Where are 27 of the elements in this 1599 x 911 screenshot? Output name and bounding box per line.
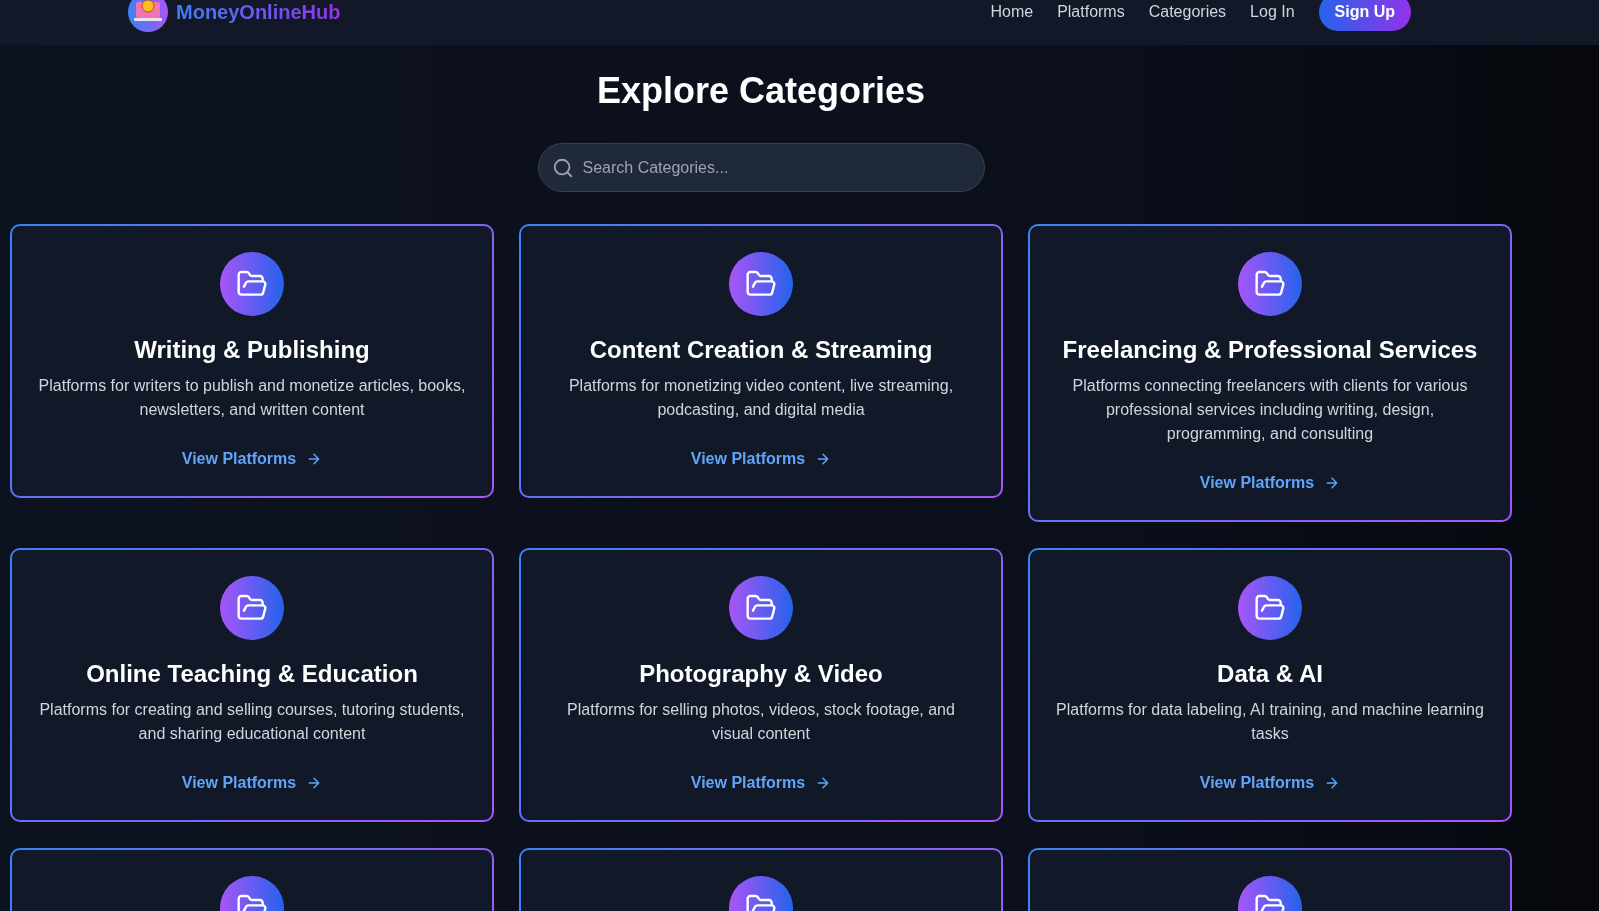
card-title: Online Teaching & Education (86, 660, 418, 688)
nav-link[interactable]: Home (990, 3, 1034, 21)
view-platforms-link[interactable]: View Platforms (1199, 474, 1341, 492)
card-title: Freelancing & Professional Services (1062, 336, 1478, 364)
sign-up-button[interactable]: Sign Up (1318, 0, 1411, 31)
card-description: Platforms connecting freelancers with clients for various professional services including writing, design, programming, and consulting (1071, 376, 1469, 444)
search-icon (551, 157, 574, 179)
nav-link[interactable]: Platforms (1057, 3, 1125, 21)
card-title: Data & AI (1217, 660, 1323, 688)
search-field[interactable]: Search Categories... (537, 143, 985, 192)
card-title: Content Creation & Streaming (589, 336, 933, 364)
nav-link[interactable]: Log In (1250, 3, 1295, 21)
card-description: Platforms for writers to publish and monetize articles, books, newsletters, and written content (38, 376, 466, 420)
nav-link[interactable]: Categories (1148, 3, 1227, 21)
view-platforms-link[interactable]: View Platforms (690, 774, 832, 792)
card-description: Platforms for monetizing video content, live streaming, podcasting, and digital media (567, 376, 955, 420)
card-title: Writing & Publishing (134, 336, 370, 364)
card-description: Platforms for selling photos, videos, stock footage, and visual content (566, 700, 956, 744)
view-platforms-link[interactable]: View Platforms (181, 450, 323, 468)
card-description: Platforms for creating and selling courses, tutoring students, and sharing educational content (38, 700, 466, 744)
view-platforms-link[interactable]: View Platforms (1199, 774, 1341, 792)
card-title: Photography & Video (639, 660, 883, 688)
view-platforms-link[interactable]: View Platforms (690, 450, 832, 468)
page-title: Explore Categories (596, 70, 926, 112)
logo-icon (128, 0, 168, 32)
card-description: Platforms for data labeling, AI training, and machine learning tasks (1056, 700, 1484, 744)
view-platforms-link[interactable]: View Platforms (181, 774, 323, 792)
